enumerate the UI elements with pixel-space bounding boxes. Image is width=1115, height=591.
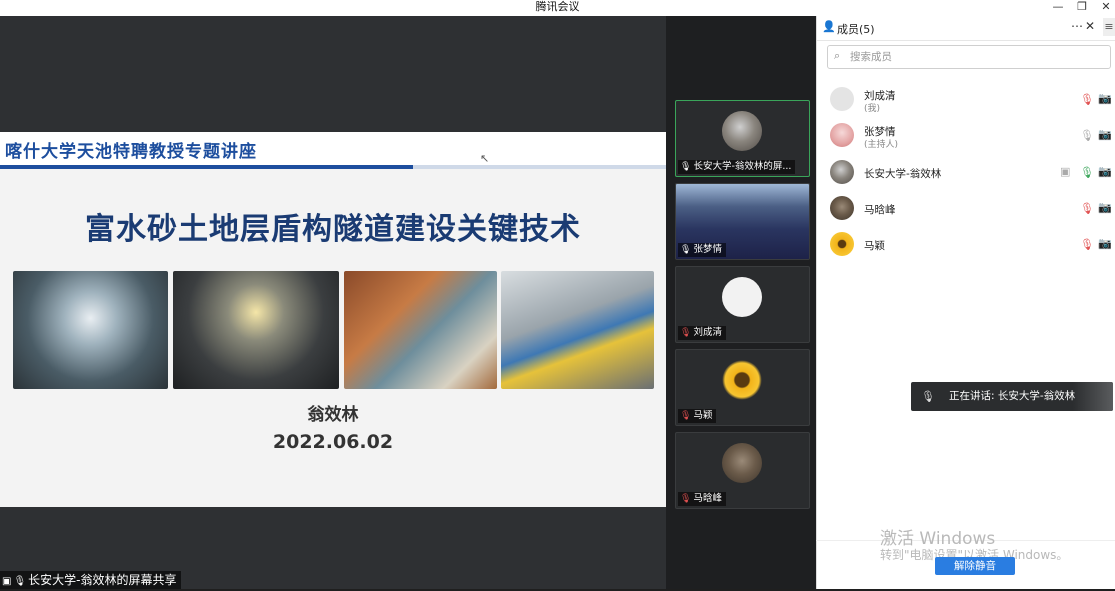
unmute-button[interactable]: 解除静音 [935, 557, 1015, 575]
member-role: (主持人) [864, 140, 899, 150]
panel-menu-icon[interactable]: ≡ [1103, 18, 1115, 36]
video-tile[interactable]: 🎙 刘成清 [675, 266, 810, 343]
members-panel: 👤 成员(5) ⋯ ✕ ≡ ⌕ 刘成清 (我) 🎙 📷 张梦情 (主持人) 🎙 … [816, 16, 1115, 589]
mic-muted-icon[interactable]: 🎙 [1080, 93, 1094, 106]
slide-progress-bar [0, 165, 666, 169]
screen-share-icon: ▣ [1060, 165, 1071, 178]
camera-off-icon[interactable]: 📷 [1098, 165, 1112, 178]
video-tile-label: 🎙 马晗峰 [678, 492, 726, 506]
video-tile[interactable]: 🎙 长安大学-翁效林的屏... [675, 100, 810, 177]
avatar [830, 123, 854, 147]
member-row[interactable]: 马晗峰 🎙 📷 [817, 193, 1115, 223]
screen-share-text: 长安大学-翁效林的屏幕共享 [28, 573, 177, 587]
camera-off-icon[interactable]: 📷 [1098, 237, 1112, 250]
avatar [722, 111, 762, 151]
screen-share-label: ▣ 🎙 长安大学-翁效林的屏幕共享 [0, 571, 181, 589]
member-row[interactable]: 马颖 🎙 📷 [817, 229, 1115, 259]
speaking-indicator: 🎙 正在讲话: 长安大学-翁效林 [911, 382, 1113, 411]
camera-icon[interactable]: 📷 [1098, 128, 1112, 141]
member-role: (我) [864, 104, 881, 114]
slide-author: 翁效林 [307, 405, 359, 425]
mic-muted-icon: 🎙 [680, 411, 692, 421]
user-icon: 👤 [822, 20, 836, 33]
participant-name: 刘成清 [693, 327, 722, 338]
participant-name: 长安大学-翁效林的屏... [693, 161, 792, 172]
member-name: 长安大学-翁效林 [864, 168, 942, 180]
video-tile-label: 🎙 张梦情 [678, 243, 726, 257]
video-tile-label: 🎙 马颖 [678, 409, 717, 423]
close-button[interactable]: ✕ [1097, 0, 1115, 14]
mic-icon: 🎙 [680, 245, 692, 255]
member-name: 马晗峰 [864, 204, 896, 216]
member-row[interactable]: 长安大学-翁效林 ▣ 🎙 📷 [817, 157, 1115, 187]
restore-button[interactable]: ❐ [1073, 0, 1091, 14]
slide-header: 喀什大学天池特聘教授专题讲座 [0, 132, 666, 166]
slide-progress-fill [0, 165, 413, 169]
speaking-text: 正在讲话: 长安大学-翁效林 [949, 390, 1076, 402]
video-tile-label: 🎙 长安大学-翁效林的屏... [678, 160, 796, 174]
slide-date: 2022.06.02 [272, 431, 394, 453]
mic-muted-icon: 🎙 [680, 494, 692, 504]
screen-share-icon: ▣ [2, 576, 12, 587]
more-options-icon[interactable]: ⋯ [1071, 19, 1083, 33]
members-panel-header: 👤 成员(5) ⋯ ✕ ≡ [817, 16, 1115, 41]
avatar [722, 277, 762, 317]
camera-off-icon[interactable]: 📷 [1098, 201, 1112, 214]
member-row[interactable]: 刘成清 (我) 🎙 📷 [817, 84, 1115, 114]
mic-icon: 🎙 [921, 390, 935, 403]
presentation-slide: 喀什大学天池特聘教授专题讲座 富水砂土地层盾构隧道建设关键技术 翁效林 2022… [0, 132, 666, 507]
mouse-cursor-icon: ↖ [480, 152, 490, 165]
shared-screen-area: 喀什大学天池特聘教授专题讲座 富水砂土地层盾构隧道建设关键技术 翁效林 2022… [0, 16, 666, 589]
video-tile[interactable]: 🎙 马晗峰 [675, 432, 810, 509]
mic-muted-icon[interactable]: 🎙 [1080, 202, 1094, 215]
mic-muted-icon[interactable]: 🎙 [1080, 238, 1094, 251]
tunnel-photo-1 [13, 271, 168, 389]
member-row[interactable]: 张梦情 (主持人) 🎙 📷 [817, 120, 1115, 150]
avatar [830, 87, 854, 111]
member-search[interactable]: ⌕ [827, 45, 1111, 69]
shield-machine-image [344, 271, 497, 389]
video-tile[interactable]: 🎙 张梦情 [675, 183, 810, 260]
avatar [830, 196, 854, 220]
title-bar: 腾讯会议 — ❐ ✕ [0, 0, 1115, 16]
speaking-fade [1073, 382, 1113, 411]
members-title: 成员(5) [837, 23, 875, 36]
camera-off-icon[interactable]: 📷 [1098, 92, 1112, 105]
slide-title: 富水砂土地层盾构隧道建设关键技术 [85, 212, 581, 247]
mic-speaking-icon[interactable]: 🎙 [1080, 166, 1094, 179]
participant-name: 马颖 [693, 410, 713, 421]
avatar [722, 443, 762, 483]
mic-icon[interactable]: 🎙 [1080, 129, 1094, 142]
mic-icon: 🎙 [680, 162, 692, 172]
search-input[interactable] [848, 48, 1102, 66]
tunnel-photo-2 [173, 271, 339, 389]
avatar [830, 160, 854, 184]
mic-muted-icon: 🎙 [680, 328, 692, 338]
app-title: 腾讯会议 [535, 0, 580, 13]
close-panel-icon[interactable]: ✕ [1085, 19, 1095, 33]
video-tile-label: 🎙 刘成清 [678, 326, 726, 340]
avatar [830, 232, 854, 256]
participant-name: 张梦情 [693, 244, 722, 255]
mic-icon: 🎙 [13, 576, 27, 587]
video-tile[interactable]: 🎙 马颖 [675, 349, 810, 426]
slide-header-text: 喀什大学天池特聘教授专题讲座 [5, 142, 257, 162]
avatar [722, 360, 762, 400]
search-icon: ⌕ [834, 49, 841, 62]
minimize-button[interactable]: — [1049, 0, 1067, 14]
member-name: 马颖 [864, 240, 885, 252]
video-column: 🎙 长安大学-翁效林的屏... 🎙 张梦情 🎙 刘成清 🎙 马颖 🎙 马晗峰 [666, 16, 816, 589]
participant-name: 马晗峰 [693, 493, 722, 504]
train-photo [501, 271, 654, 389]
